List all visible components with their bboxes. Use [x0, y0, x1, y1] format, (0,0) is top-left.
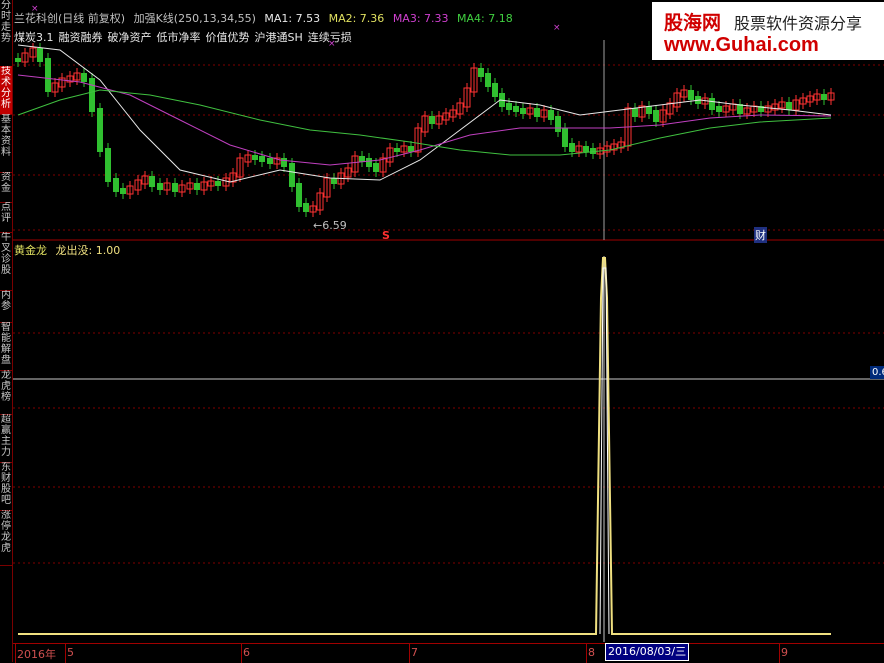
indicator-value: 龙出没: 1.00 — [55, 244, 121, 257]
logo-url: www.Guhai.com — [664, 34, 819, 56]
watermark-logo: 股海网 股票软件资源分享 www.Guhai.com — [652, 2, 884, 60]
time-axis: 2016年 5 6 7 8 9 — [13, 643, 884, 663]
x-axis-label: 8 — [588, 646, 595, 659]
x-axis-label: 7 — [411, 646, 418, 659]
low-price-annotation: ←6.59 — [313, 219, 347, 232]
kline-header: 兰花科创(日线 前复权) 加强K线(250,13,34,55) MA1: 7.5… — [14, 10, 518, 26]
side-tab-10[interactable]: 东财股吧 — [0, 462, 12, 511]
indicator-chart[interactable] — [0, 0, 884, 662]
arrow-left-icon: ← — [313, 219, 323, 232]
side-tab-4[interactable]: 点评 — [0, 202, 12, 233]
s-marker[interactable]: S — [382, 229, 390, 242]
concept-tags: 煤炭3.1 融资融券 破净资产 低市净率 价值优势 沪港通SH 连续亏损 — [14, 29, 357, 45]
side-tab-0[interactable]: 分时走势 — [0, 0, 12, 67]
ma3-value: MA3: 7.33 — [392, 12, 449, 25]
x-axis-tick — [241, 644, 242, 663]
indicator-name: 加强K线(250,13,34,55) — [133, 12, 256, 25]
x-axis-tick — [65, 644, 66, 663]
ma4-value: MA4: 7.18 — [457, 12, 513, 25]
concept-tag[interactable]: 煤炭3.1 — [14, 31, 54, 44]
stock-title: 兰花科创(日线 前复权) — [14, 12, 126, 25]
x-axis-label: 6 — [243, 646, 250, 659]
side-tab-5[interactable]: 牛叉诊股 — [0, 232, 12, 291]
finance-marker[interactable]: 财 — [754, 227, 767, 243]
side-tab-7[interactable]: 智能解盘 — [0, 322, 12, 371]
concept-tag[interactable]: 破净资产 — [108, 31, 152, 44]
cursor-date-box: 2016/08/03/三 — [605, 643, 690, 661]
ma1-value: MA1: 7.53 — [264, 12, 321, 25]
side-tab-11[interactable]: 涨停龙虎 — [0, 510, 12, 566]
side-tab-9[interactable]: 超赢主力 — [0, 414, 12, 463]
side-tab-8[interactable]: 龙虎榜 — [0, 370, 12, 415]
x-axis-label: 2016年 — [17, 648, 56, 661]
side-tab-2[interactable]: 基本资料 — [0, 114, 12, 173]
indicator-title: 黄金龙 — [14, 244, 47, 257]
x-axis-tick — [779, 644, 780, 663]
concept-tag[interactable]: 价值优势 — [206, 31, 250, 44]
x-axis-label: 9 — [781, 646, 788, 659]
x-axis-label: 5 — [67, 646, 74, 659]
x-axis-tick — [409, 644, 410, 663]
concept-tag[interactable]: 连续亏损 — [308, 31, 352, 44]
side-tab-strip: 分时走势 技术分析 基本资料 资金 点评 牛叉诊股 内参 智能解盘 龙虎榜 超赢主力 东财股吧 涨停龙… — [0, 0, 13, 662]
x-axis-tick — [15, 644, 16, 663]
trading-screen: × × × 分时走势 技术分析 基本资料 资金 点评 牛叉诊股 内参 智能解盘 龙虎榜 超赢主力 东财股… — [0, 0, 884, 663]
logo-sub: 股票软件资源分享 — [734, 14, 863, 33]
indicator-header: 黄金龙 龙出没: 1.00 — [14, 242, 125, 258]
ma2-value: MA2: 7.36 — [328, 12, 385, 25]
side-tab-6[interactable]: 内参 — [0, 290, 12, 323]
logo-main: 股海网 — [664, 12, 722, 34]
x-axis-tick — [586, 644, 587, 663]
concept-tag[interactable]: 低市净率 — [157, 31, 201, 44]
concept-tag[interactable]: 融资融券 — [59, 31, 103, 44]
concept-tag[interactable]: 沪港通SH — [255, 31, 303, 44]
side-tab-1[interactable]: 技术分析 — [0, 66, 12, 115]
indicator-line — [18, 257, 831, 635]
cursor-value-tag: 0.6 — [870, 366, 884, 379]
side-tab-3[interactable]: 资金 — [0, 172, 12, 203]
